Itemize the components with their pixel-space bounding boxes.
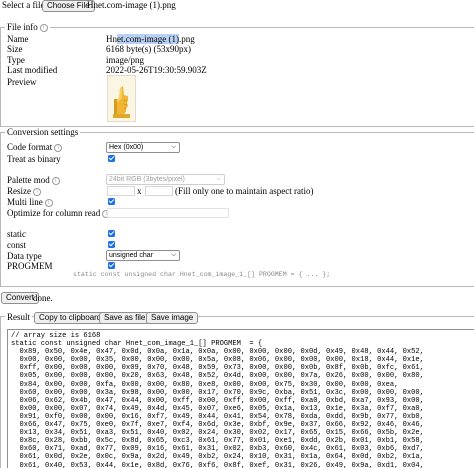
result-legend: Result bbox=[5, 312, 32, 323]
code-line: 0x89, 0x50, 0x4e, 0x47, 0x0d, 0x0a, 0x1a… bbox=[11, 348, 474, 356]
preview-label: Preview bbox=[7, 77, 37, 87]
code-line: // array size is 6168 bbox=[11, 332, 474, 340]
copy-to-clipboard-button[interactable]: Copy to clipboard bbox=[34, 312, 106, 324]
file-info-legend-text: File info bbox=[7, 22, 38, 32]
code-line: 0x00, 0x00, 0x00, 0x35, 0x00, 0x00, 0x00… bbox=[11, 356, 474, 364]
info-icon[interactable]: i bbox=[45, 199, 53, 207]
code-line: 0x60, 0x00, 0x00, 0x3a, 0x98, 0x00, 0x00… bbox=[11, 389, 474, 397]
optimize-columns-input[interactable] bbox=[107, 208, 229, 218]
resize-label-text: Resize bbox=[7, 186, 31, 196]
size-value: 6168 byte(s) (53x90px) bbox=[106, 44, 191, 54]
code-line: 0x05, 0x00, 0x00, 0x00, 0x20, 0x63, 0x48… bbox=[11, 372, 474, 380]
code-line: 0x60, 0x71, 0xad, 0x77, 0x09, 0x16, 0x61… bbox=[11, 445, 474, 453]
multi-line-label-text: Multi line bbox=[7, 197, 43, 207]
declaration-preview: static const unsigned char Hnet_com_imag… bbox=[73, 270, 330, 279]
file-info-legend: File infoi bbox=[5, 22, 50, 33]
progmem-checkbox[interactable] bbox=[108, 262, 115, 269]
code-line: 0x06, 0x62, 0x4b, 0x47, 0x44, 0x00, 0xff… bbox=[11, 397, 474, 405]
file-select-label: Select a file: bbox=[2, 0, 47, 11]
code-line: static const unsigned char Hnet_com_imag… bbox=[11, 340, 474, 348]
type-value: image/png bbox=[106, 55, 144, 65]
chevron-down-icon: ⌵ bbox=[216, 175, 221, 184]
code-format-select[interactable]: Hex (0x00) ⌵ bbox=[106, 142, 180, 153]
name-suffix: .png bbox=[179, 34, 195, 44]
treat-binary-checkbox[interactable] bbox=[108, 155, 115, 162]
code-line: 0x84, 0x00, 0x00, 0xfa, 0x00, 0x00, 0x80… bbox=[11, 381, 474, 389]
resize-height-input[interactable] bbox=[145, 186, 173, 196]
palette-mod-label-text: Palette mod bbox=[7, 175, 50, 185]
chevron-down-icon: ⌵ bbox=[171, 251, 176, 260]
data-type-label: Data type bbox=[7, 251, 42, 261]
treat-binary-label: Treat as binary bbox=[7, 154, 61, 164]
conversion-settings-legend: Conversion settings bbox=[5, 127, 80, 138]
type-label: Type bbox=[7, 55, 25, 65]
resize-width-input[interactable] bbox=[107, 186, 135, 196]
const-label: const bbox=[7, 240, 26, 250]
code-format-label: Code formati bbox=[7, 142, 62, 152]
code-line: 0x61, 0x40, 0x53, 0x44, 0x1e, 0x8d, 0x76… bbox=[11, 462, 474, 468]
code-line: 0x91, 0xf0, 0x00, 0x00, 0x16, 0xf7, 0x49… bbox=[11, 413, 474, 421]
static-label: static bbox=[7, 229, 26, 239]
conversion-settings-panel: Conversion settings Code formati Hex (0x… bbox=[0, 132, 474, 287]
preview-image bbox=[107, 75, 136, 122]
palette-mod-value: 24bit RGB (3bytes/pixel) bbox=[109, 176, 185, 183]
resize-x-label: x bbox=[137, 186, 142, 196]
info-icon[interactable]: i bbox=[54, 144, 62, 152]
resize-label: Resizei bbox=[7, 186, 41, 196]
code-line: 0x61, 0x0d, 0x2e, 0x0c, 0x9a, 0x2d, 0x49… bbox=[11, 453, 474, 461]
code-line: 0x8c, 0x28, 0xbb, 0x5c, 0x8d, 0x65, 0xc3… bbox=[11, 437, 474, 445]
code-line: 0x00, 0x00, 0x07, 0x74, 0x49, 0x4d, 0x45… bbox=[11, 405, 474, 413]
code-format-value: Hex (0x00) bbox=[109, 144, 143, 151]
multi-line-checkbox[interactable] bbox=[108, 198, 115, 205]
code-line: 0x13, 0x34, 0x51, 0xa3, 0x51, 0x40, 0x02… bbox=[11, 429, 474, 437]
palette-mod-label: Palette modi bbox=[7, 175, 60, 185]
modified-value: 2022-05-26T19:30:59.903Z bbox=[106, 65, 207, 75]
name-highlight: et.com-image (1) bbox=[117, 34, 179, 44]
save-image-button[interactable]: Save image bbox=[146, 312, 198, 324]
thumbs-up-image bbox=[108, 76, 135, 121]
status-text: done. bbox=[33, 292, 53, 304]
name-label: Name bbox=[7, 34, 29, 44]
name-prefix: Hn bbox=[106, 34, 117, 44]
multi-line-label: Multi linei bbox=[7, 197, 53, 207]
optimize-label: Optimize for column readi bbox=[7, 208, 110, 218]
code-line: 0xff, 0x00, 0x00, 0x00, 0x09, 0x70, 0x48… bbox=[11, 364, 474, 372]
info-icon[interactable]: i bbox=[33, 188, 41, 196]
modified-label: Last modified bbox=[7, 65, 57, 75]
name-value: Hnet.com-image (1).png bbox=[106, 34, 195, 44]
optimize-label-text: Optimize for column read bbox=[7, 208, 100, 218]
info-icon[interactable]: i bbox=[52, 177, 60, 185]
file-info-panel: File infoi Name Hnet.com-image (1).png S… bbox=[0, 27, 474, 127]
code-line: 0x66, 0x47, 0x75, 0xe0, 0x7f, 0xe7, 0xf4… bbox=[11, 421, 474, 429]
info-icon[interactable]: i bbox=[40, 24, 48, 32]
progmem-label: PROGMEM bbox=[7, 261, 53, 271]
palette-mod-select[interactable]: 24bit RGB (3bytes/pixel) ⌵ bbox=[106, 174, 225, 185]
data-type-value: unsigned char bbox=[109, 252, 153, 259]
static-checkbox[interactable] bbox=[108, 230, 115, 237]
size-label: Size bbox=[7, 44, 23, 54]
save-as-file-button[interactable]: Save as file bbox=[99, 312, 150, 324]
resize-note: (Fill only one to maintain aspect ratio) bbox=[175, 186, 313, 196]
const-checkbox[interactable] bbox=[108, 241, 115, 248]
result-code-output[interactable]: // array size is 6168static const unsign… bbox=[7, 329, 474, 468]
chevron-down-icon: ⌵ bbox=[171, 143, 176, 152]
result-panel: Result Copy to clipboard Save as file Sa… bbox=[0, 316, 474, 468]
code-format-label-text: Code format bbox=[7, 142, 52, 152]
selected-filename: Hnet.com-image (1).png bbox=[87, 0, 176, 11]
data-type-select[interactable]: unsigned char ⌵ bbox=[106, 250, 180, 261]
